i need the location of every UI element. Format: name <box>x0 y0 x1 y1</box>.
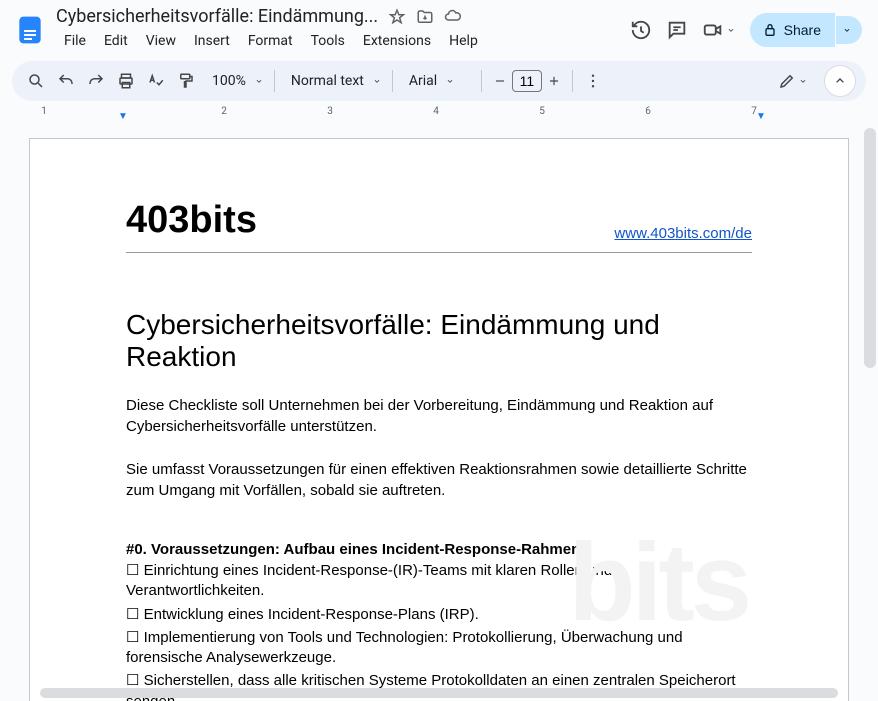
intro-paragraph-2: Sie umfasst Voraussetzungen für einen ef… <box>126 459 752 501</box>
paint-format-icon[interactable] <box>172 67 200 95</box>
share-label: Share <box>784 22 821 38</box>
indent-marker-left[interactable]: ▼ <box>118 111 128 122</box>
brand-heading: 403bits <box>126 199 257 242</box>
more-tools-icon[interactable] <box>579 67 607 95</box>
brand-link[interactable]: www.403bits.com/de <box>614 225 752 242</box>
menu-help[interactable]: Help <box>441 29 486 53</box>
docs-logo-icon[interactable] <box>12 12 48 48</box>
move-folder-icon[interactable] <box>416 8 434 26</box>
star-icon[interactable] <box>388 8 406 26</box>
section-heading-0: #0. Voraussetzungen: Aufbau eines Incide… <box>126 541 752 558</box>
intro-paragraph-1: Diese Checkliste soll Unternehmen bei de… <box>126 395 752 437</box>
vertical-scrollbar[interactable] <box>864 128 876 368</box>
checklist-item: ☐ Einrichtung eines Incident-Response-(I… <box>126 561 752 602</box>
chevron-down-icon[interactable] <box>726 25 736 35</box>
ruler[interactable]: 1 2 3 4 5 6 7 ▼ ▼ <box>14 105 864 121</box>
search-menu-icon[interactable] <box>22 67 50 95</box>
indent-marker-right[interactable]: ▼ <box>756 111 766 122</box>
document-title[interactable]: Cybersicherheitsvorfälle: Eindämmung... <box>56 6 378 27</box>
share-dropdown[interactable] <box>836 16 862 44</box>
menu-tools[interactable]: Tools <box>303 29 353 53</box>
page[interactable]: bits 403bits www.403bits.com/de Cybersic… <box>29 138 849 701</box>
zoom-dropdown[interactable]: 100% <box>202 73 268 89</box>
menu-view[interactable]: View <box>138 29 184 53</box>
undo-icon[interactable] <box>52 67 80 95</box>
font-size-input[interactable] <box>512 70 542 92</box>
share-button[interactable]: Share <box>750 13 835 47</box>
font-value: Arial <box>403 73 443 89</box>
menu-bar: File Edit View Insert Format Tools Exten… <box>56 29 622 53</box>
editing-mode-button[interactable] <box>768 68 818 94</box>
style-dropdown[interactable]: Normal text <box>281 73 386 89</box>
menu-file[interactable]: File <box>56 29 94 53</box>
style-value: Normal text <box>285 73 370 89</box>
doc-heading: Cybersicherheitsvorfälle: Eindämmung und… <box>126 309 752 373</box>
menu-extensions[interactable]: Extensions <box>355 29 439 53</box>
spellcheck-icon[interactable] <box>142 67 170 95</box>
history-icon[interactable] <box>630 19 652 41</box>
cloud-status-icon[interactable] <box>444 8 462 26</box>
decrease-font-button[interactable] <box>488 69 512 93</box>
increase-font-button[interactable] <box>542 69 566 93</box>
checklist-item: ☐ Implementierung von Tools und Technolo… <box>126 628 752 669</box>
collapse-toolbar-button[interactable] <box>824 65 856 97</box>
toolbar: 100% Normal text Arial <box>12 61 866 101</box>
font-dropdown[interactable]: Arial <box>399 73 475 89</box>
video-call-icon[interactable] <box>702 19 724 41</box>
menu-edit[interactable]: Edit <box>96 29 136 53</box>
checklist-item: ☐ Entwicklung eines Incident-Response-Pl… <box>126 605 752 625</box>
menu-format[interactable]: Format <box>240 29 301 53</box>
document-canvas[interactable]: bits 403bits www.403bits.com/de Cybersic… <box>0 128 878 701</box>
menu-insert[interactable]: Insert <box>186 29 238 53</box>
zoom-value: 100% <box>206 73 252 89</box>
comments-icon[interactable] <box>666 19 688 41</box>
print-icon[interactable] <box>112 67 140 95</box>
horizontal-scrollbar[interactable] <box>40 688 838 698</box>
redo-icon[interactable] <box>82 67 110 95</box>
